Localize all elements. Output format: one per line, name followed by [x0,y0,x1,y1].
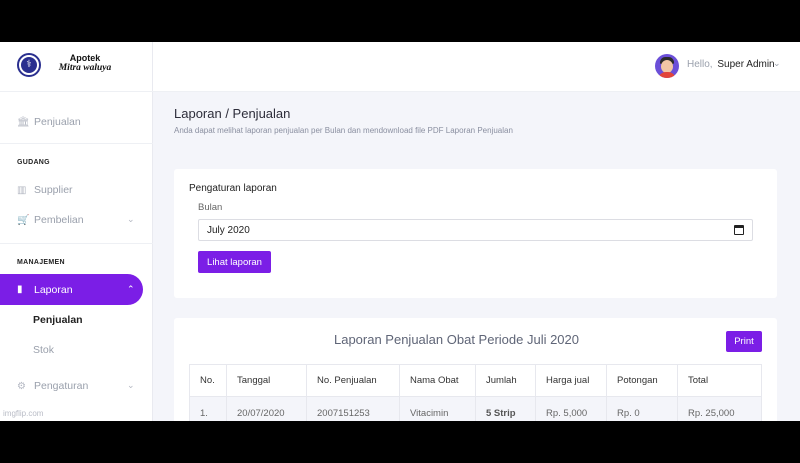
table-cell: Vitacimin [399,396,476,421]
watermark: imgflip.com [3,409,44,418]
page-description: Anda dapat melihat laporan penjualan per… [174,126,513,135]
sidebar-item-pengaturan[interactable]: ⚙ Pengaturan ⌄ [17,378,135,394]
table-cell: Rp. 0 [606,396,678,421]
table-cell: 1. [189,396,227,421]
sidebar-item-pembelian[interactable]: 🛒 Pembelian ⌄ [17,212,135,228]
report-table: No. Tanggal No. Penjualan Nama Obat Juml… [189,364,762,421]
chevron-down-icon: ⌄ [127,381,135,391]
section-label-gudang: GUDANG [17,159,50,166]
chevron-up-icon: ⌃ [127,284,135,295]
clipboard-icon: ▮ [17,284,23,295]
sidebar-subitem-stok[interactable]: Stok [33,344,54,356]
column-header: Potongan [606,364,678,397]
column-header: No. Penjualan [306,364,400,397]
column-header: Jumlah [475,364,536,397]
table-cell: Rp. 5,000 [535,396,607,421]
app-frame: ⚕ Apotek Mitra waluya 🏛 Penjualan GUDANG… [0,42,800,421]
sidebar-item-label: Penjualan [34,116,81,128]
cart-icon: 🛒 [17,214,30,226]
avatar[interactable] [655,54,679,78]
sidebar-item-label: Pengaturan [34,380,89,392]
brand[interactable]: ⚕ Apotek Mitra waluya [0,42,153,92]
print-button[interactable]: Print [726,331,762,352]
sidebar: ⚕ Apotek Mitra waluya 🏛 Penjualan GUDANG… [0,42,153,421]
chevron-down-icon: ⌄ [127,215,135,225]
table-cell: 2007151253 [306,396,400,421]
divider [0,143,153,144]
gears-icon: ⚙ [17,380,26,392]
column-header: Tanggal [226,364,307,397]
sidebar-item-label: Laporan [34,283,73,296]
column-header: Nama Obat [399,364,476,397]
page-title: Laporan / Penjualan [174,106,291,121]
report-card: Laporan Penjualan Obat Periode Juli 2020… [174,318,777,421]
table-cell: Rp. 25,000 [677,396,762,421]
sidebar-item-laporan[interactable]: ▮ Laporan ⌃ [0,274,143,305]
warehouse-icon: ▥ [17,184,27,196]
card-title: Pengaturan laporan [189,183,277,194]
bank-icon: 🏛 [17,116,30,128]
sidebar-subitem-penjualan[interactable]: Penjualan [33,314,83,326]
column-header: Harga jual [535,364,607,397]
report-title: Laporan Penjualan Obat Periode Juli 2020 [333,332,579,347]
sidebar-item-penjualan[interactable]: 🏛 Penjualan [17,114,81,130]
sidebar-item-supplier[interactable]: ▥ Supplier [17,182,73,198]
chevron-down-icon[interactable]: ⌄ [773,59,781,69]
brand-title: Apotek [69,53,101,63]
report-settings-card: Pengaturan laporan Bulan July 2020 Lihat… [174,169,777,298]
topbar: Hello, Super Admin ⌄ [153,42,800,92]
user-menu[interactable]: Hello, Super Admin [687,59,775,70]
pharmacy-logo-icon: ⚕ [17,53,41,77]
sidebar-item-label: Supplier [34,184,73,196]
column-header: Total [677,364,762,397]
greeting-text: Hello, [687,59,713,70]
user-name: Super Admin [717,59,775,70]
column-header: No. [189,364,227,397]
sidebar-item-label: Pembelian [34,214,84,226]
table-row: 1. 20/07/2020 2007151253 Vitacimin 5 Str… [189,396,762,421]
brand-subtitle: Mitra waluya [58,63,112,73]
table-header-row: No. Tanggal No. Penjualan Nama Obat Juml… [189,364,762,397]
divider [0,243,153,244]
section-label-manajemen: MANAJEMEN [17,259,65,266]
table-cell: 20/07/2020 [226,396,307,421]
view-report-button[interactable]: Lihat laporan [198,251,271,273]
table-cell: 5 Strip [475,396,536,421]
month-value: July 2020 [207,224,250,236]
month-label: Bulan [198,202,223,213]
calendar-icon[interactable] [734,225,744,235]
month-input[interactable]: July 2020 [198,219,753,241]
